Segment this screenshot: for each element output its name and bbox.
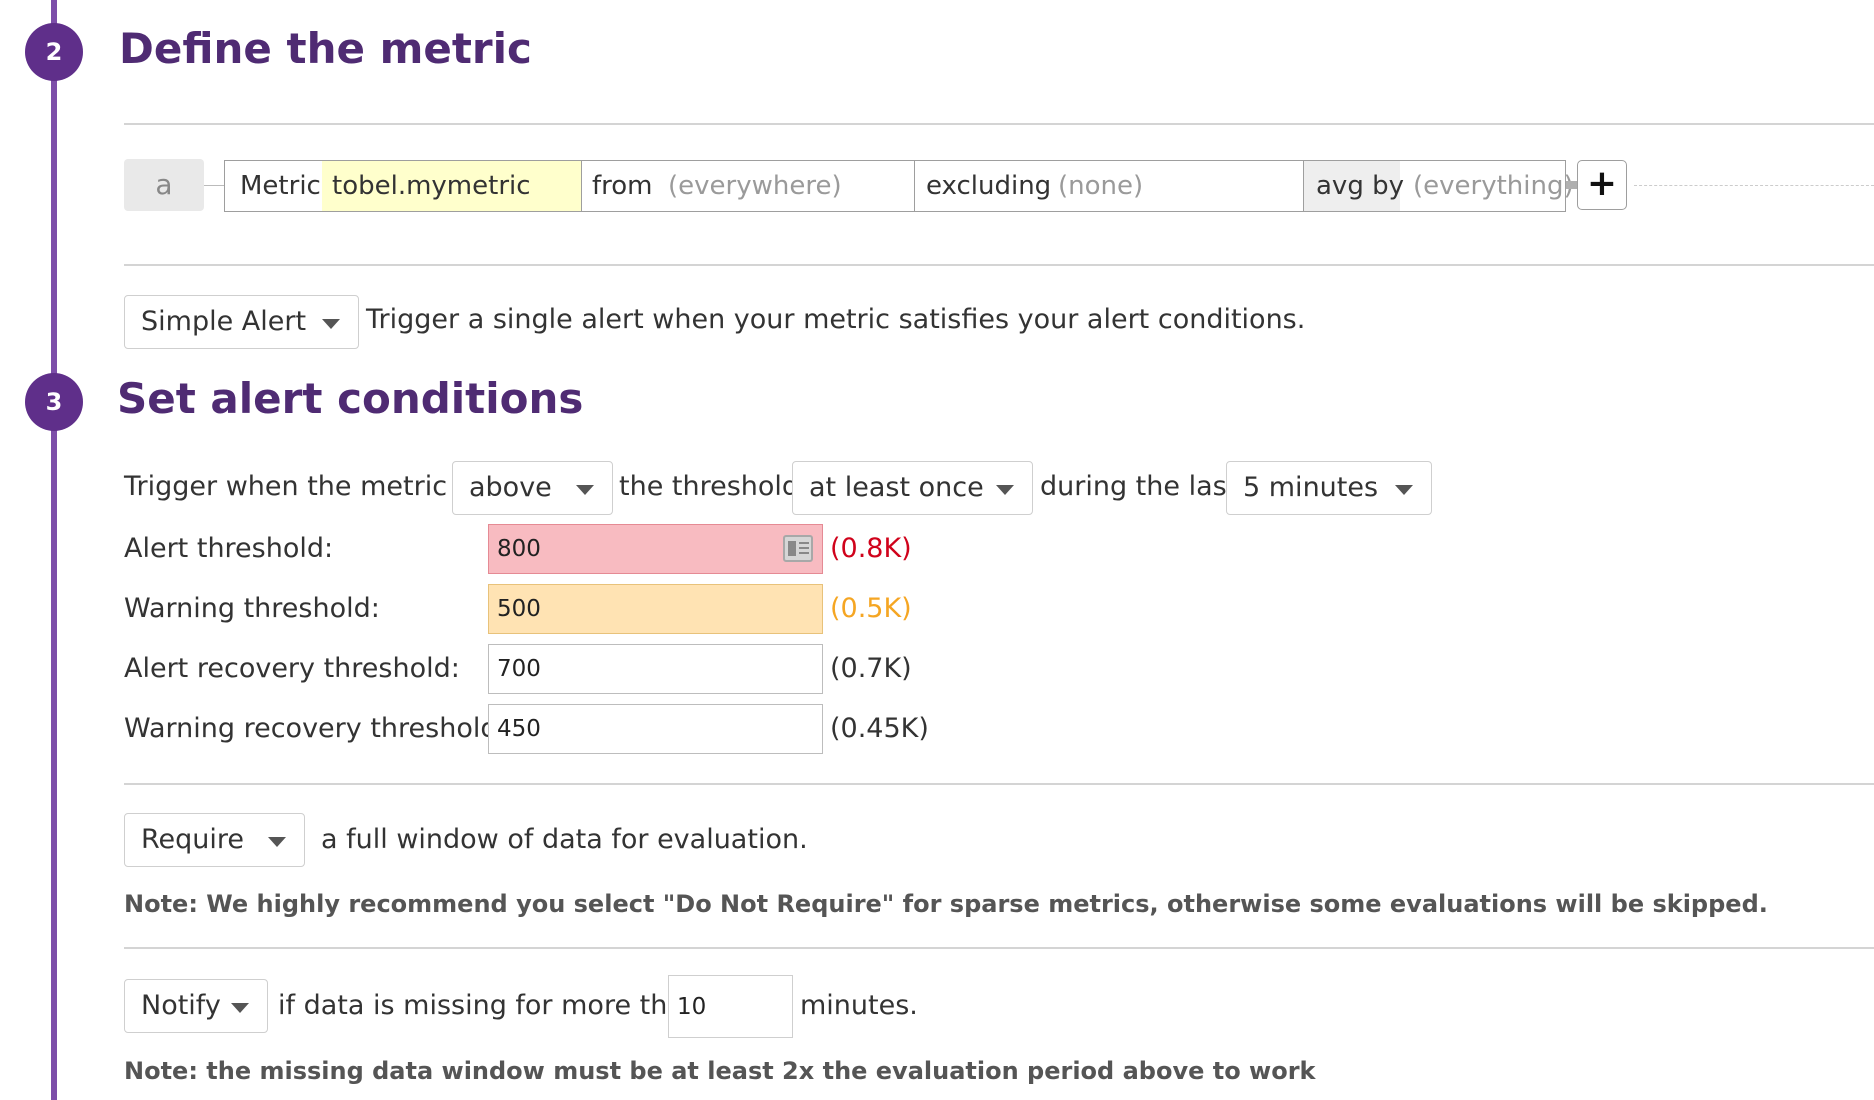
chevron-down-icon xyxy=(1395,485,1413,495)
avgby-segment[interactable]: avg by (everything) xyxy=(1303,160,1574,212)
step-badge-2: 2 xyxy=(25,23,83,81)
alert-type-dropdown[interactable]: Simple Alert xyxy=(124,295,359,349)
chevron-down-icon xyxy=(268,837,286,847)
notify-note: Note: the missing data window must be at… xyxy=(124,1057,1316,1085)
divider xyxy=(124,264,1874,266)
excluding-segment[interactable]: excluding (none) xyxy=(914,160,1304,212)
alert-threshold-input[interactable] xyxy=(488,524,823,574)
comparator-dropdown[interactable]: above xyxy=(452,461,613,515)
require-note: Note: We highly recommend you select "Do… xyxy=(124,890,1768,918)
metric-segment[interactable]: Metric tobel.mymetric xyxy=(224,160,582,212)
chevron-down-icon xyxy=(231,1003,249,1013)
excluding-key: excluding xyxy=(926,171,1052,201)
alert-type-selected: Simple Alert xyxy=(141,306,307,337)
trigger-mid-text: the threshold xyxy=(619,471,800,502)
contact-card-icon[interactable] xyxy=(783,535,813,562)
avgby-key: avg by xyxy=(1316,171,1404,201)
avgby-key-box: avg by xyxy=(1304,161,1404,211)
missing-data-minutes-input[interactable] xyxy=(668,975,793,1038)
alert-threshold-label: Alert threshold: xyxy=(124,533,334,564)
alert-type-description: Trigger a single alert when your metric … xyxy=(366,304,1306,335)
notify-dropdown[interactable]: Notify xyxy=(124,979,268,1033)
alert-recovery-threshold-label: Alert recovery threshold: xyxy=(124,653,460,684)
from-value: (everywhere) xyxy=(668,171,842,201)
divider xyxy=(124,783,1874,785)
require-text: a full window of data for evaluation. xyxy=(321,824,808,855)
timeline-line xyxy=(51,0,57,1100)
require-dropdown[interactable]: Require xyxy=(124,813,305,867)
from-segment[interactable]: from (everywhere) xyxy=(581,160,915,212)
warning-recovery-threshold-input[interactable] xyxy=(488,704,823,754)
metric-name-value: tobel.mymetric xyxy=(332,171,531,201)
trigger-prefix-text: Trigger when the metric is xyxy=(124,471,478,502)
excluding-value: (none) xyxy=(1058,171,1144,201)
avgby-value: (everything) xyxy=(1413,171,1574,201)
warning-threshold-label: Warning threshold: xyxy=(124,593,380,624)
warning-recovery-threshold-label: Warning recovery threshold: xyxy=(124,713,507,744)
alert-recovery-threshold-hint: (0.7K) xyxy=(830,653,912,684)
add-query-button[interactable]: + xyxy=(1577,160,1627,210)
metric-name-field[interactable]: tobel.mymetric xyxy=(322,161,581,211)
frequency-dropdown[interactable]: at least once xyxy=(792,461,1033,515)
trigger-during-text: during the last xyxy=(1040,471,1238,502)
notify-suffix: minutes. xyxy=(800,990,918,1021)
section-title-define-metric: Define the metric xyxy=(119,24,532,73)
divider xyxy=(124,947,1874,949)
frequency-selected: at least once xyxy=(809,472,984,503)
step-badge-3: 3 xyxy=(25,373,83,431)
connector-line xyxy=(204,185,224,186)
from-key: from xyxy=(592,171,653,201)
chevron-down-icon xyxy=(576,485,594,495)
metric-key: Metric xyxy=(240,171,321,201)
require-selected: Require xyxy=(141,824,245,855)
section-title-alert-conditions: Set alert conditions xyxy=(117,374,584,423)
notify-selected: Notify xyxy=(141,990,221,1021)
alert-recovery-threshold-input[interactable] xyxy=(488,644,823,694)
warning-threshold-input[interactable] xyxy=(488,584,823,634)
query-row-label[interactable]: a xyxy=(124,159,204,211)
divider xyxy=(124,123,1874,125)
warning-recovery-threshold-hint: (0.45K) xyxy=(830,713,929,744)
warning-threshold-hint: (0.5K) xyxy=(830,593,912,624)
chevron-down-icon xyxy=(996,485,1014,495)
comparator-selected: above xyxy=(469,472,552,503)
window-selected: 5 minutes xyxy=(1243,472,1379,503)
dashed-extension xyxy=(1634,185,1874,186)
window-dropdown[interactable]: 5 minutes xyxy=(1226,461,1432,515)
chevron-down-icon xyxy=(322,319,340,329)
connector-nub xyxy=(1566,181,1577,189)
notify-text: if data is missing for more than xyxy=(278,990,701,1021)
alert-threshold-hint: (0.8K) xyxy=(830,533,912,564)
